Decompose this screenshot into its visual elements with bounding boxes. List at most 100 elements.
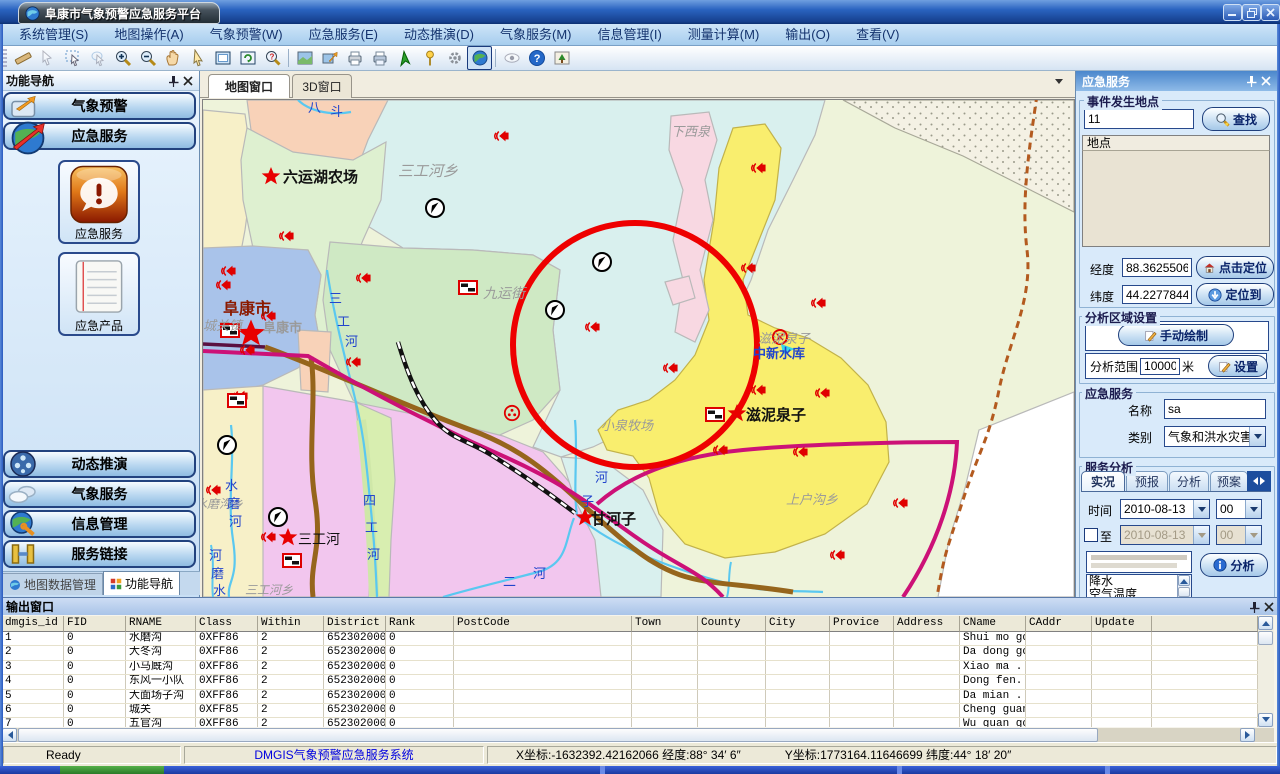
column-header-Address[interactable]: Address [894,616,960,632]
service-name-input[interactable] [1164,399,1266,419]
menu-item-5[interactable]: 气象服务(M) [487,24,585,45]
column-header-Town[interactable]: Town [632,616,698,632]
column-header-District[interactable]: District [324,616,386,632]
start-button-sliver[interactable] [60,766,164,774]
service-type-select[interactable]: 气象和洪水灾害 [1164,426,1266,447]
marquee-select-button[interactable] [60,46,85,70]
date-select[interactable]: 2010-08-13 [1120,499,1210,519]
tab-3d-window[interactable]: 3D窗口 [292,74,352,98]
close-icon[interactable] [1259,74,1273,88]
column-header-City[interactable]: City [766,616,830,632]
print-preview-button[interactable] [367,46,392,70]
longitude-input[interactable] [1122,258,1192,277]
table-vscrollbar[interactable] [1258,616,1274,727]
pin-icon[interactable] [167,74,181,88]
minimize-button[interactable] [1223,4,1242,21]
tab-function-nav[interactable]: 功能导航 [103,571,180,595]
chevron-down-icon[interactable] [1249,427,1265,446]
tab-plan[interactable]: 预案 [1210,471,1248,491]
zoom-out-button[interactable] [135,46,160,70]
table-row[interactable]: 30小马厩沟0XFF8626523020000Xiao ma ... [2,661,1258,675]
refresh-button[interactable] [235,46,260,70]
restore-button[interactable] [1242,4,1261,21]
map-canvas[interactable]: 六运湖农场 三工河乡 下西泉 九运街 阜康市 城关镇 阜康市 滋泥泉子 中新水库… [202,99,1075,598]
settings-button[interactable] [442,46,467,70]
chevron-down-icon[interactable] [1245,500,1261,518]
table-row[interactable]: 60城关0XFF8526523020000Cheng guan [2,704,1258,718]
tool-emergency-service-button[interactable]: 应急服务 [58,160,140,244]
column-header-CName[interactable]: CName [960,616,1026,632]
column-header-Provice[interactable]: Provice [830,616,894,632]
to-checkbox[interactable] [1084,528,1098,542]
analyze-button[interactable]: 分析 [1200,553,1268,577]
lasso-faded-button[interactable] [85,46,110,70]
measure-button[interactable] [10,46,35,70]
column-header-dmgis_id[interactable]: dmgis_id [2,616,64,632]
select-faded-button[interactable] [35,46,60,70]
tab-map-data-management[interactable]: 地图数据管理 [2,573,103,595]
menu-item-3[interactable]: 应急服务(E) [296,24,391,45]
identify-button[interactable]: ? [260,46,285,70]
print-button[interactable] [342,46,367,70]
tool-emergency-product-button[interactable]: 应急产品 [58,252,140,336]
help-button[interactable]: ? [524,46,549,70]
column-header-FID[interactable]: FID [64,616,126,632]
column-header-Class[interactable]: Class [196,616,258,632]
menu-item-9[interactable]: 查看(V) [843,24,912,45]
menu-item-2[interactable]: 气象预警(W) [197,24,296,45]
full-extent-button[interactable] [210,46,235,70]
table-row[interactable]: 70五官沟0XFF8626523020000Wu guan gou [2,718,1258,727]
chevron-down-icon[interactable] [1193,500,1209,518]
scroll-right-icon[interactable] [1260,477,1269,485]
column-header-RNAME[interactable]: RNAME [126,616,196,632]
location-list[interactable] [1082,151,1270,247]
tab-list-dropdown[interactable] [1055,79,1063,85]
pin-icon[interactable] [1245,74,1259,88]
sidebar-item-emergency-service[interactable]: 应急服务 [3,122,196,150]
menu-item-4[interactable]: 动态推演(D) [391,24,487,45]
column-header-Update[interactable]: Update [1092,616,1152,632]
sidebar-item-weather-warning[interactable]: 气象预警 [3,92,196,120]
eye-button[interactable] [499,46,524,70]
element-preview-combo[interactable] [1086,551,1192,573]
latitude-input[interactable] [1122,285,1192,304]
hour-select[interactable]: 00 [1216,499,1262,519]
close-icon[interactable] [1262,600,1276,614]
list-scrollbar[interactable] [1177,575,1191,597]
goto-location-button[interactable]: 定位到 [1196,283,1274,306]
map-image-button[interactable] [292,46,317,70]
list-item[interactable]: 空气温度 [1087,588,1191,597]
element-listbox[interactable]: 降水空气温度 [1086,574,1192,597]
menu-item-0[interactable]: 系统管理(S) [6,24,101,45]
tab-map-window[interactable]: 地图窗口 [208,74,290,98]
export-image-button[interactable] [549,46,574,70]
search-button[interactable]: 查找 [1202,107,1270,131]
set-range-button[interactable]: 设置 [1208,355,1268,377]
pin-icon[interactable] [1248,600,1262,614]
range-input[interactable] [1140,358,1180,375]
event-location-input[interactable] [1084,109,1194,129]
column-header-County[interactable]: County [698,616,766,632]
menu-item-7[interactable]: 测量计算(M) [675,24,773,45]
zoom-in-button[interactable] [110,46,135,70]
sidebar-item-info-management[interactable]: 信息管理 [3,510,196,538]
menu-item-8[interactable]: 输出(O) [772,24,843,45]
menu-item-1[interactable]: 地图操作(A) [101,24,196,45]
location-list-header[interactable]: 地点 [1082,135,1270,151]
manual-draw-button[interactable]: 手动绘制 [1118,324,1234,346]
table-row[interactable]: 40东风一小队0XFF8626523020000Dong fen... [2,675,1258,689]
column-header-Within[interactable]: Within [258,616,324,632]
table-hscrollbar[interactable] [2,728,1274,742]
tab-analysis[interactable]: 分析 [1169,471,1209,491]
click-locate-button[interactable]: 点击定位 [1196,256,1274,279]
close-icon[interactable] [181,74,195,88]
table-row[interactable]: 20大冬沟0XFF8626523020000Da dong gou [2,646,1258,660]
map-export-button[interactable] [317,46,342,70]
pushpin-button[interactable] [417,46,442,70]
pan-button[interactable] [160,46,185,70]
sidebar-item-service-links[interactable]: 服务链接 [3,540,196,568]
sidebar-item-dynamic-deduction[interactable]: 动态推演 [3,450,196,478]
globe-button[interactable] [467,46,492,70]
column-header-Rank[interactable]: Rank [386,616,454,632]
close-button[interactable] [1261,4,1280,21]
